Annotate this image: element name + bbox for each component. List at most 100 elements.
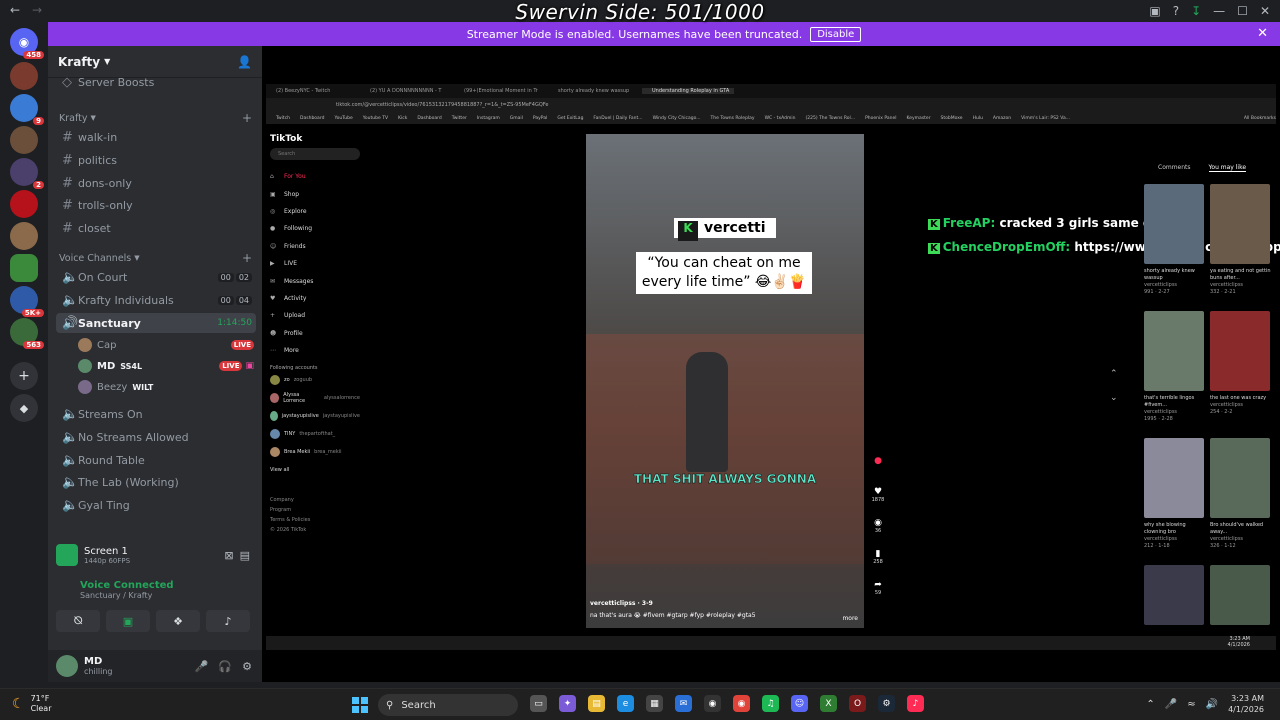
video-thumbnail[interactable] [1210, 184, 1270, 264]
bookmark[interactable]: Twitter [452, 116, 467, 121]
category-voice-channels[interactable]: Voice Channels ▼ + [56, 248, 256, 268]
bookmark[interactable]: Get ExitLag [557, 116, 583, 121]
more-link[interactable]: more [842, 615, 858, 622]
add-channel-icon[interactable]: + [242, 111, 252, 125]
bookmark[interactable]: Windy City Chicago... [653, 116, 701, 121]
voice-user[interactable]: Beezy WILT [78, 377, 258, 397]
browser-tab[interactable]: shorty already knew wassup [548, 88, 640, 94]
tiktok-nav-explore[interactable]: ◎ Explore [270, 203, 360, 220]
server-icon[interactable]: 563 [10, 318, 44, 349]
followed-account[interactable]: jaystayupislive jaystayupislive [270, 407, 360, 425]
video-thumbnail[interactable] [1210, 565, 1270, 625]
edge-icon[interactable]: e [617, 695, 634, 712]
voice-channel-krafty-individuals[interactable]: 🔈 Krafty Individuals 00 04 [56, 290, 256, 310]
followed-account[interactable]: zo zoguub [270, 371, 360, 389]
like-button[interactable]: ♥ 1878 [870, 487, 886, 518]
all-bookmarks[interactable]: All Bookmarks [1244, 116, 1276, 121]
discord-icon[interactable]: ☺ [791, 695, 808, 712]
taskbar-search[interactable]: ⚲ Search [378, 694, 518, 716]
followed-account[interactable]: TINY thepartofthat_ [270, 425, 360, 443]
category-krafty[interactable]: Krafty ▼ + [56, 108, 256, 128]
sidebar-item-server-boosts[interactable]: ◇ Server Boosts [56, 72, 256, 92]
tiktok-nav-activity[interactable]: ♥ Activity [270, 290, 360, 307]
bookmark[interactable]: Dashboard [417, 116, 441, 121]
voice-channel-on-court[interactable]: 🔈 On Court 00 02 [56, 267, 256, 287]
browser-tab[interactable]: (2) YU A DONNNNNNNNN - T [360, 88, 452, 94]
voice-channel-round-table[interactable]: 🔈 Round Table [56, 450, 256, 470]
tiktok-nav-messages[interactable]: ✉ Messages [270, 272, 360, 289]
bookmark[interactable]: YouTube [334, 116, 352, 121]
server-icon-krafty[interactable] [10, 254, 38, 282]
copilot-icon[interactable]: ✦ [559, 695, 576, 712]
tiktok-nav-friends[interactable]: ☺ Friends [270, 238, 360, 255]
browser-tab-active[interactable]: Understanding Roleplay in GTA [642, 88, 734, 94]
bookmark[interactable]: Phoenix Panel [865, 116, 896, 121]
spotify-icon[interactable]: ♫ [762, 695, 779, 712]
volume-icon[interactable]: 🔊 [1206, 699, 1218, 710]
voice-user[interactable]: MD SS4L LIVE ▣ [78, 356, 258, 376]
wifi-icon[interactable]: ≈ [1187, 699, 1195, 710]
bookmark[interactable]: The Towns Roleplay [711, 116, 755, 121]
tiktok-nav-more[interactable]: ⋯ More [270, 342, 360, 359]
save-button[interactable]: ▮ 258 [870, 549, 886, 580]
server-icon[interactable] [10, 222, 38, 250]
bookmark[interactable]: Hulu [973, 116, 983, 121]
server-icon[interactable]: 2 [10, 158, 44, 189]
creator-avatar[interactable]: ● [870, 456, 886, 487]
tiktok-nav-profile[interactable]: ☻ Profile [270, 325, 360, 342]
opera-icon[interactable]: O [849, 695, 866, 712]
bookmark[interactable]: (225) The Towns Rol... [805, 116, 855, 121]
channel-trolls-only[interactable]: # trolls-only [56, 195, 256, 215]
footer-link[interactable]: Terms & Policies [270, 515, 360, 525]
previous-video-icon[interactable]: ⌃ [1110, 362, 1118, 386]
voice-channel-sanctuary[interactable]: 🔊 Sanctuary 1:14:50 [56, 313, 256, 333]
bookmark[interactable]: Kick [398, 116, 407, 121]
store-icon[interactable]: ▦ [646, 695, 663, 712]
video-thumbnail[interactable] [1210, 311, 1270, 391]
stream-settings-icon[interactable]: ▤ [240, 549, 250, 562]
stop-stream-icon[interactable]: ⊠ [224, 549, 233, 562]
outlook-icon[interactable]: ✉ [675, 695, 692, 712]
video-thumbnail[interactable] [1144, 438, 1204, 518]
activities-icon[interactable]: ❖ [156, 610, 200, 632]
view-all-link[interactable]: View all [270, 461, 360, 479]
bookmark[interactable]: Instagram [477, 116, 500, 121]
video-thumbnail[interactable] [1144, 184, 1204, 264]
invite-icon[interactable]: 👤 [237, 55, 252, 69]
voice-channel-gyal-ting[interactable]: 🔈 Gyal Ting [56, 495, 256, 515]
tab-comments[interactable]: Comments [1158, 164, 1191, 172]
steam-icon[interactable]: ⚙ [878, 695, 895, 712]
footer-link[interactable]: Company [270, 495, 360, 505]
channel-politics[interactable]: # politics [56, 150, 256, 170]
avatar[interactable] [56, 655, 78, 677]
settings-gear-icon[interactable]: ⚙ [242, 660, 252, 673]
voice-channel-streams-on[interactable]: 🔈 Streams On [56, 404, 256, 424]
bookmark[interactable]: Gmail [510, 116, 523, 121]
file-explorer-icon[interactable]: ▤ [588, 695, 605, 712]
bookmark[interactable]: Dashboard [300, 116, 324, 121]
bookmark[interactable]: Youtube TV [363, 116, 388, 121]
chrome-icon[interactable]: ◉ [733, 695, 750, 712]
soundboard-icon[interactable]: ♪ [206, 610, 250, 632]
bookmark[interactable]: Vimm's Lair: PS2 Va... [1021, 116, 1070, 121]
bookmark[interactable]: Twitch [276, 116, 290, 121]
bookmark[interactable]: StobMoxe [941, 116, 963, 121]
headphones-icon[interactable]: 🎧 [218, 660, 232, 673]
address-bar[interactable]: tiktok.com/@vercetticlipss/video/7615313… [266, 98, 1276, 112]
close-banner-icon[interactable]: ✕ [1257, 26, 1268, 41]
voice-channel-the-lab[interactable]: 🔈 The Lab (Working) [56, 472, 256, 492]
tab-you-may-like[interactable]: You may like [1208, 164, 1247, 172]
bookmark[interactable]: Keymaster [907, 116, 931, 121]
bookmark[interactable]: Amazon [993, 116, 1011, 121]
server-icon[interactable] [10, 126, 38, 154]
screen-share-button[interactable]: ▣ [106, 610, 150, 632]
channel-walk-in[interactable]: # walk-in [56, 127, 256, 147]
tiktok-search-input[interactable]: Search [270, 148, 360, 160]
add-channel-icon[interactable]: + [242, 251, 252, 265]
tiktok-nav-following[interactable]: ● Following [270, 220, 360, 237]
stream-view[interactable]: (2) BeezyNYC - Twitch (2) YU A DONNNNNNN… [262, 46, 1280, 682]
voice-user[interactable]: Cap LIVE [78, 335, 258, 355]
tiktok-nav-upload[interactable]: + Upload [270, 307, 360, 324]
channel-dons-only[interactable]: # dons-only [56, 173, 256, 193]
bookmark[interactable]: WC - txAdmin [765, 116, 796, 121]
